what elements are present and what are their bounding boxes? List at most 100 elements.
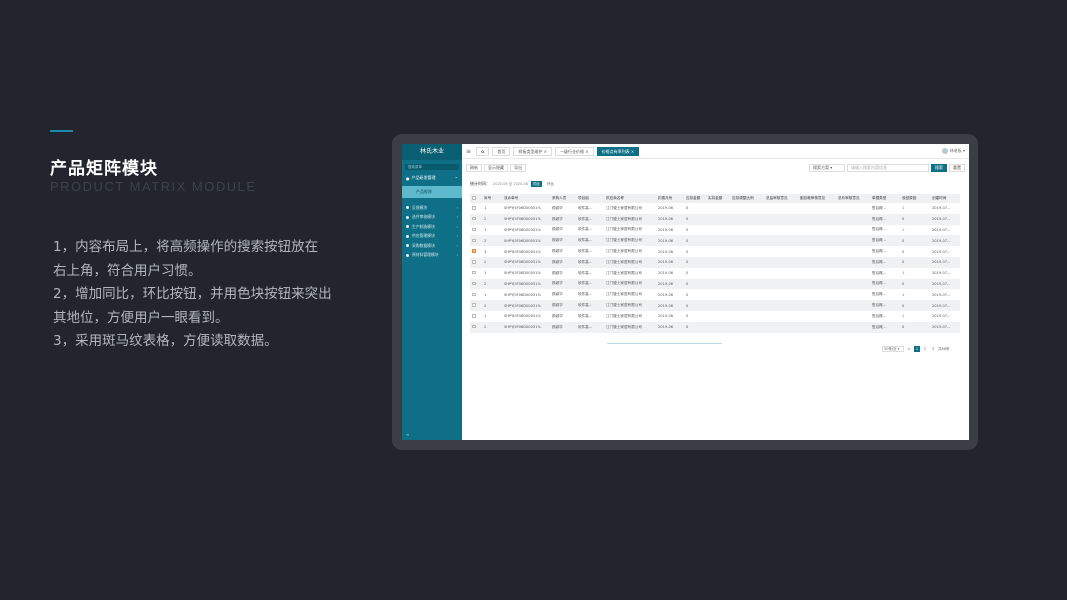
horizontal-scrollbar[interactable] [607, 343, 722, 344]
table-row[interactable]: 2 SHPYJ5F06D00051% 颜颖华 软件高... 江门骏士家居有限公司 2019… [470, 235, 960, 247]
checkbox-icon[interactable] [472, 206, 476, 210]
table-row[interactable]: 1 SHPYJ5F06D00051% 颜颖华 软件高... 江门骏士家居有限公司 2019… [470, 289, 960, 301]
row-checkbox[interactable] [470, 246, 482, 257]
table-cell [798, 289, 836, 301]
page-number[interactable]: 3 [930, 346, 936, 352]
search-input[interactable]: 请输入搜索内容信息 [847, 164, 929, 172]
collapse-icon[interactable]: ≡ [406, 432, 409, 437]
yoy-button[interactable]: 同比 [530, 181, 542, 187]
page-size-select[interactable]: 50条/页 ▾ [882, 346, 904, 352]
table-row[interactable]: 1 SHPYJ5F06D00051% 颜颖华 软件高... 江门骏士家居有限公司 2019… [470, 224, 960, 236]
table-cell [836, 246, 870, 257]
tab-industry-price[interactable]: 一级行业价格 × [555, 146, 594, 156]
table-row[interactable]: 3 SHPYJ5F06D00051% 颜颖华 软件高... 江门骏士家居有限公司 2019… [470, 246, 960, 257]
toggle-columns-button[interactable]: 显示隐藏 [484, 164, 508, 172]
table-cell [730, 300, 764, 311]
date-range[interactable]: 2020-06 至 2020-06 [493, 182, 528, 187]
point-line: 3，采用斑马纹表格，方便读取数据。 [53, 333, 278, 349]
table-cell: 1 [900, 289, 930, 301]
table-row[interactable]: 1 SHPYJ5F06D00051% 颜颖华 软件高... 江门骏士家居有限公司 2019… [470, 310, 960, 322]
sidebar-item[interactable]: 供应管理模块 › [402, 232, 462, 242]
sidebar-group-rd[interactable]: ● 产品研发管理 ⌃ [402, 174, 462, 182]
checkbox-icon[interactable] [472, 216, 476, 221]
checkbox-icon[interactable] [472, 303, 476, 307]
column-header: 应扣调整比例 [730, 194, 764, 203]
pagination: 50条/页 ▾ < 1 2 3 共88条 [882, 346, 949, 352]
menu-icon[interactable]: ≡ [466, 148, 471, 155]
checkbox-icon[interactable] [472, 238, 476, 243]
page-number[interactable]: 2 [922, 346, 928, 352]
user-menu[interactable]: 林老板 ▾ [941, 148, 965, 154]
table-row[interactable]: 2 SHPYJ5F06D00051% 颜颖华 软件高... 江门骏士家居有限公司 2019… [470, 213, 960, 225]
chevron-right-icon: › [456, 215, 458, 220]
sidebar-item[interactable]: 采购数据模块 › [402, 241, 462, 251]
table-row[interactable]: 2 SHPYJ5F06D00051% 颜颖华 软件高... 江门骏士家居有限公司 2019… [470, 300, 960, 311]
table-cell [706, 310, 730, 322]
table-row[interactable]: 2 SHPYJ5F06D00051% 颜颖华 软件高... 江门骏士家居有限公司 2019… [470, 321, 960, 333]
reset-button[interactable]: 重置 [949, 164, 965, 172]
chevron-right-icon: › [456, 205, 458, 210]
table-row[interactable]: 1 SHPYJ5F06D00051% 颜颖华 软件高... 江门骏士家居有限公司 2019… [470, 203, 960, 214]
table-cell: 0 [684, 289, 706, 301]
row-checkbox[interactable] [470, 267, 482, 279]
tab-price-share[interactable]: 价格点有率列表 × [596, 146, 640, 156]
row-checkbox[interactable] [470, 224, 482, 236]
table-cell: SHPYJ5F06D00051% [502, 267, 550, 279]
chevron-right-icon: › [456, 253, 458, 258]
sidebar-item[interactable]: 生产制造模块 › [402, 222, 462, 232]
table-cell: 0 [684, 310, 706, 322]
search-button[interactable]: 搜索 [931, 164, 947, 172]
checkbox-icon[interactable] [472, 292, 476, 297]
sidebar-item[interactable]: 选件审核模块 › [402, 213, 462, 223]
table-cell: 江门骏士家居有限公司 [604, 300, 656, 311]
row-checkbox[interactable] [470, 235, 482, 247]
item-icon [406, 225, 409, 229]
row-checkbox[interactable] [470, 203, 482, 214]
export-button[interactable]: 导出 [510, 164, 526, 172]
page-number[interactable]: 1 [914, 346, 920, 352]
select-all-checkbox[interactable] [470, 194, 482, 203]
checkbox-icon[interactable] [472, 196, 476, 200]
refresh-button[interactable]: 刷新 [466, 164, 482, 172]
table-cell: 江门骏士家居有限公司 [604, 321, 656, 333]
checkbox-icon[interactable] [472, 314, 476, 318]
row-checkbox[interactable] [470, 300, 482, 311]
table-cell: 售后概... [870, 213, 900, 225]
row-checkbox[interactable] [470, 256, 482, 268]
row-checkbox[interactable] [470, 321, 482, 333]
sidebar-item[interactable]: 反馈模块 › [402, 203, 462, 213]
sidebar-item[interactable]: 原材料管理模块 › [402, 251, 462, 261]
sidebar-item-product-matrix[interactable]: 产品矩阵 [402, 186, 462, 198]
table-cell: 2019-07... [930, 203, 960, 214]
checkbox-icon[interactable] [472, 324, 476, 329]
checkbox-icon[interactable] [472, 270, 476, 275]
table-row[interactable]: 2 SHPYJ5F06D00051% 颜颖华 软件高... 江门骏士家居有限公司 2019… [470, 256, 960, 268]
table-row[interactable]: 2 SHPYJ5F06D00051% 颜颖华 软件高... 江门骏士家居有限公司 2019… [470, 278, 960, 290]
mom-button[interactable]: 环比 [545, 181, 556, 187]
settings-icon[interactable]: ✿ [476, 146, 490, 156]
prev-page-button[interactable]: < [906, 346, 912, 352]
table-row[interactable]: 1 SHPYJ5F06D00051% 颜颖华 软件高... 江门骏士家居有限公司 2019… [470, 267, 960, 279]
checkbox-icon[interactable] [472, 249, 476, 253]
table-cell: SHPYJ5F06D00051% [502, 310, 550, 322]
row-checkbox[interactable] [470, 310, 482, 322]
column-header: 创建时间 [930, 194, 960, 203]
checkbox-icon[interactable] [472, 260, 476, 264]
table-cell [706, 289, 730, 301]
chevron-up-icon: ⌃ [454, 175, 458, 181]
table-cell: 2019-06 [656, 278, 684, 290]
row-checkbox[interactable] [470, 278, 482, 290]
tab-home[interactable]: 首页 [492, 146, 511, 156]
checkbox-icon[interactable] [472, 227, 476, 232]
row-checkbox[interactable] [470, 213, 482, 225]
menu-search-input[interactable]: 搜索菜单 [405, 164, 459, 170]
data-table: 序号 流水单号 采购人员 项目组 供应商名称 扣费月份 应扣金额 实扣金额 应扣调整比例 总监审核… [470, 194, 960, 333]
tab-sample-type[interactable]: 样板类型维护 × [513, 146, 553, 156]
column-header: 驳回原因 [900, 194, 930, 203]
column-header: 单据类型 [870, 194, 900, 203]
table-cell: 2 [482, 278, 502, 290]
row-checkbox[interactable] [470, 289, 482, 301]
checkbox-icon[interactable] [472, 281, 476, 286]
search-scheme-select[interactable]: 搜索方案 ▾ [809, 164, 845, 172]
table-cell: 0 [900, 213, 930, 225]
